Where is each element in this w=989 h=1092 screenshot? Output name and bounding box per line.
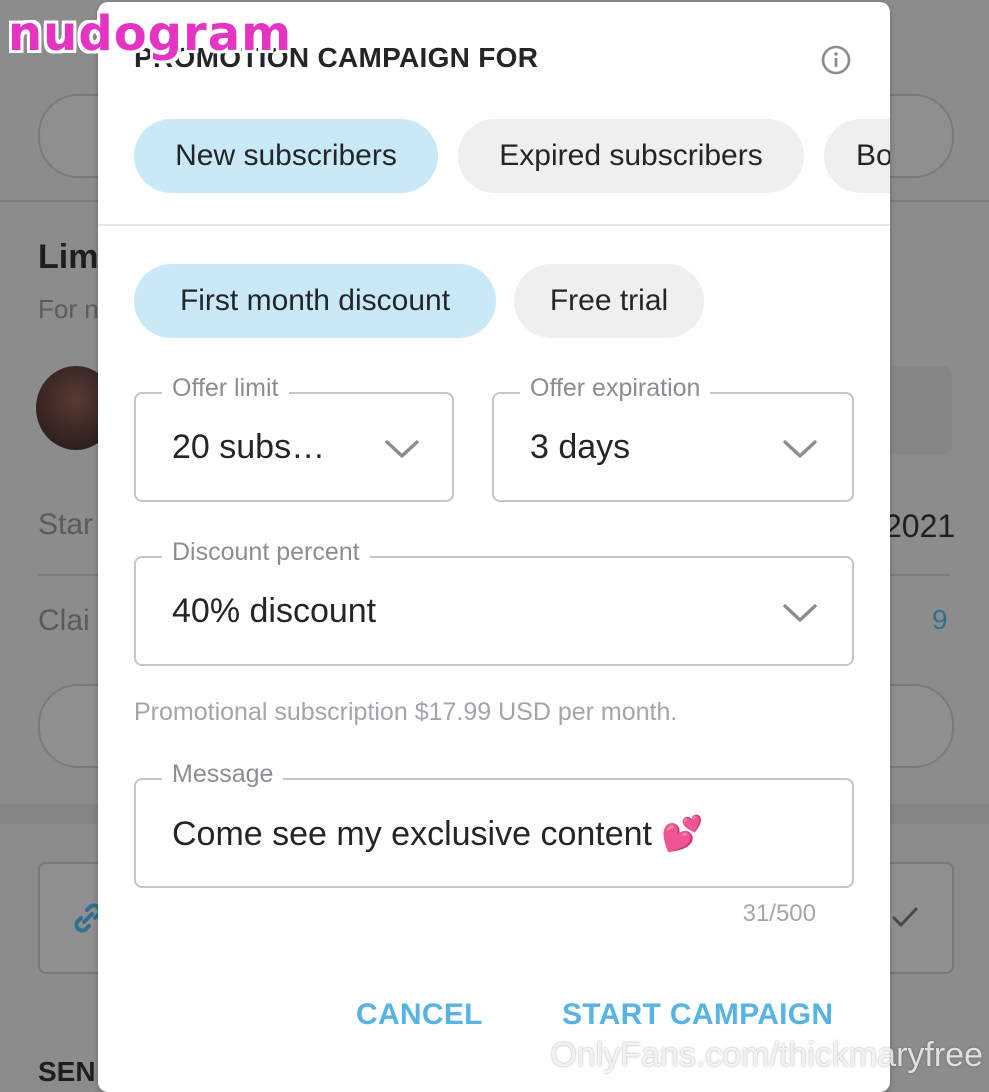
- background-bottom-label: SEN: [38, 1056, 96, 1087]
- promotion-campaign-dialog: PROMOTION CAMPAIGN FOR New subscribers E…: [98, 2, 890, 1092]
- background-row-value-2: 9: [932, 604, 948, 635]
- message-field[interactable]: Message Come see my exclusive content 💕: [134, 760, 854, 888]
- tab-new-subscribers[interactable]: New subscribers: [134, 119, 438, 193]
- chevron-down-icon: [783, 604, 817, 622]
- message-label: Message: [162, 760, 284, 789]
- offer-expiration-label: Offer expiration: [520, 374, 711, 403]
- dialog-divider: [98, 224, 890, 226]
- offer-free-trial[interactable]: Free trial: [514, 264, 704, 338]
- offer-limit-label: Offer limit: [162, 374, 289, 403]
- discount-percent-select[interactable]: Discount percent 40% discount: [134, 538, 854, 666]
- background-row-label: Star: [38, 508, 94, 541]
- offer-expiration-select[interactable]: Offer expiration 3 days: [492, 374, 854, 502]
- watermark-footer: OnlyFans.com/thickmaryfree: [550, 1036, 983, 1074]
- cancel-button[interactable]: CANCEL: [356, 998, 483, 1032]
- offer-expiration-value: 3 days: [530, 428, 631, 466]
- background-section-subtitle: For n: [38, 294, 99, 324]
- tab-both[interactable]: Bo: [824, 119, 890, 193]
- offer-limit-value: 20 subs…: [172, 428, 326, 466]
- check-icon: [891, 906, 919, 928]
- offer-limit-select[interactable]: Offer limit 20 subs…: [134, 374, 454, 502]
- background-section-title: Lim: [38, 238, 99, 276]
- message-value: Come see my exclusive content 💕: [172, 815, 704, 853]
- background-row-label-2: Clai: [38, 604, 90, 637]
- watermark-logo: nudogram: [8, 6, 293, 62]
- chevron-down-icon: [783, 440, 817, 458]
- discount-percent-label: Discount percent: [162, 538, 370, 567]
- discount-percent-value: 40% discount: [172, 592, 377, 630]
- chevron-down-icon: [385, 440, 419, 458]
- message-character-counter: 31/500: [742, 900, 816, 927]
- background-row-value: 2021: [884, 508, 956, 544]
- offer-first-month-discount[interactable]: First month discount: [134, 264, 496, 338]
- info-circle-icon[interactable]: [820, 44, 852, 76]
- start-campaign-button[interactable]: START CAMPAIGN: [562, 998, 833, 1032]
- background-card: [880, 366, 952, 454]
- tab-expired-subscribers[interactable]: Expired subscribers: [458, 119, 804, 193]
- promotional-price-hint: Promotional subscription $17.99 USD per …: [134, 698, 678, 726]
